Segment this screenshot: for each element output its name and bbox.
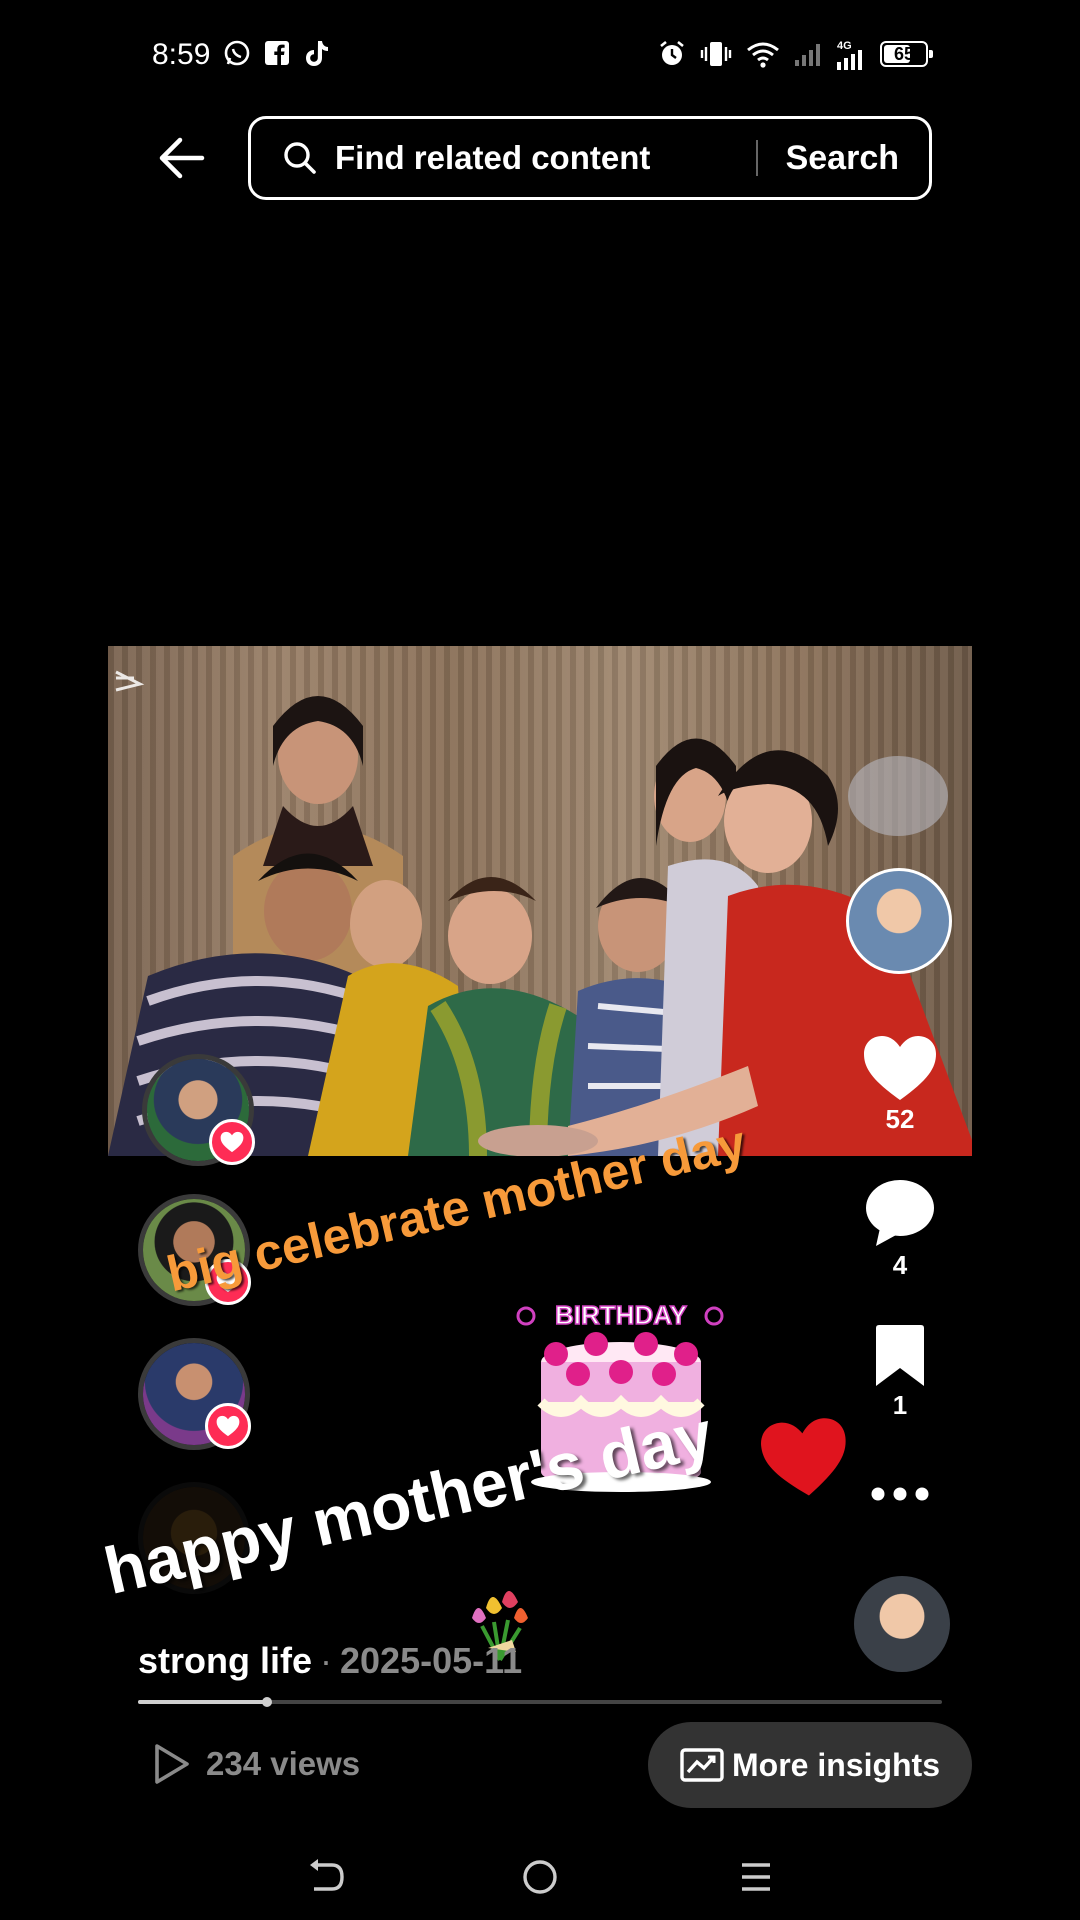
svg-text:BIRTHDAY: BIRTHDAY (555, 1300, 687, 1330)
nav-home-button[interactable] (510, 1852, 570, 1902)
play-icon (155, 1744, 189, 1784)
alarm-icon (658, 38, 686, 70)
nav-recents-button[interactable] (726, 1852, 786, 1902)
search-divider (755, 140, 758, 176)
progress-thumb[interactable] (261, 1697, 272, 1707)
creator-avatar[interactable] (846, 868, 952, 974)
comment-button[interactable]: 4 (860, 1178, 940, 1281)
nav-back-button[interactable] (296, 1852, 356, 1902)
system-icons: 4G 65 (658, 38, 933, 70)
nav-home-icon (523, 1860, 557, 1894)
video-progress[interactable] (138, 1697, 942, 1707)
battery-icon: 65 (880, 41, 933, 67)
comment-icon (866, 1180, 934, 1246)
views-count: 234 views (206, 1745, 361, 1782)
views-stat: 234 views (152, 1742, 360, 1786)
like-count: 52 (885, 1104, 915, 1134)
back-button[interactable] (150, 130, 214, 186)
arrow-left-icon (159, 137, 205, 179)
more-insights-label: More insights (731, 1746, 940, 1783)
facebook-icon (262, 38, 292, 68)
search-bar[interactable]: Find related content Search (248, 116, 932, 200)
save-button[interactable]: 1 (860, 1324, 940, 1421)
progress-fill (138, 1700, 267, 1704)
red-heart-sticker (761, 1418, 846, 1496)
heart-icon (864, 1036, 936, 1100)
status-time: 8:59 (152, 38, 211, 71)
caption-separator: · (320, 1640, 333, 1681)
nav-back-icon (310, 1859, 344, 1891)
bookmark-icon (876, 1325, 924, 1386)
save-count: 1 (892, 1390, 908, 1420)
post-date: 2025-05-11 (340, 1640, 523, 1681)
like-button[interactable]: 52 (860, 1034, 940, 1135)
search-input[interactable]: Find related content (335, 139, 756, 177)
vibrate-icon (700, 38, 732, 70)
system-nav-bar (0, 1840, 1080, 1920)
wifi-icon (746, 38, 780, 70)
more-insights-button[interactable]: More insights (648, 1722, 972, 1808)
sound-avatar[interactable] (854, 1576, 950, 1672)
search-button[interactable]: Search (786, 139, 899, 178)
signal-weak-icon (794, 38, 822, 70)
liker-avatar[interactable] (138, 1338, 251, 1450)
heart-badge-icon (205, 1403, 251, 1449)
post-caption: strong life · 2025-05-11 (138, 1640, 522, 1682)
post-author[interactable]: strong life (138, 1640, 312, 1681)
capcut-watermark-icon (115, 670, 145, 692)
comment-count: 4 (892, 1250, 908, 1280)
search-icon (281, 139, 319, 177)
liker-avatar[interactable] (142, 1054, 255, 1166)
nav-menu-icon (742, 1863, 770, 1891)
whatsapp-icon (222, 38, 252, 68)
more-button[interactable] (860, 1486, 940, 1502)
tiktok-icon (302, 38, 332, 68)
svg-text:4G: 4G (837, 40, 852, 52)
battery-level: 65 (893, 43, 915, 64)
signal-4g-icon: 4G (836, 38, 866, 70)
more-dots-icon (871, 1487, 929, 1501)
status-bar: 8:59 4G 65 (0, 0, 1080, 110)
insights-chart-icon (680, 1748, 724, 1782)
heart-badge-icon (209, 1119, 255, 1165)
notification-icons (222, 38, 332, 68)
